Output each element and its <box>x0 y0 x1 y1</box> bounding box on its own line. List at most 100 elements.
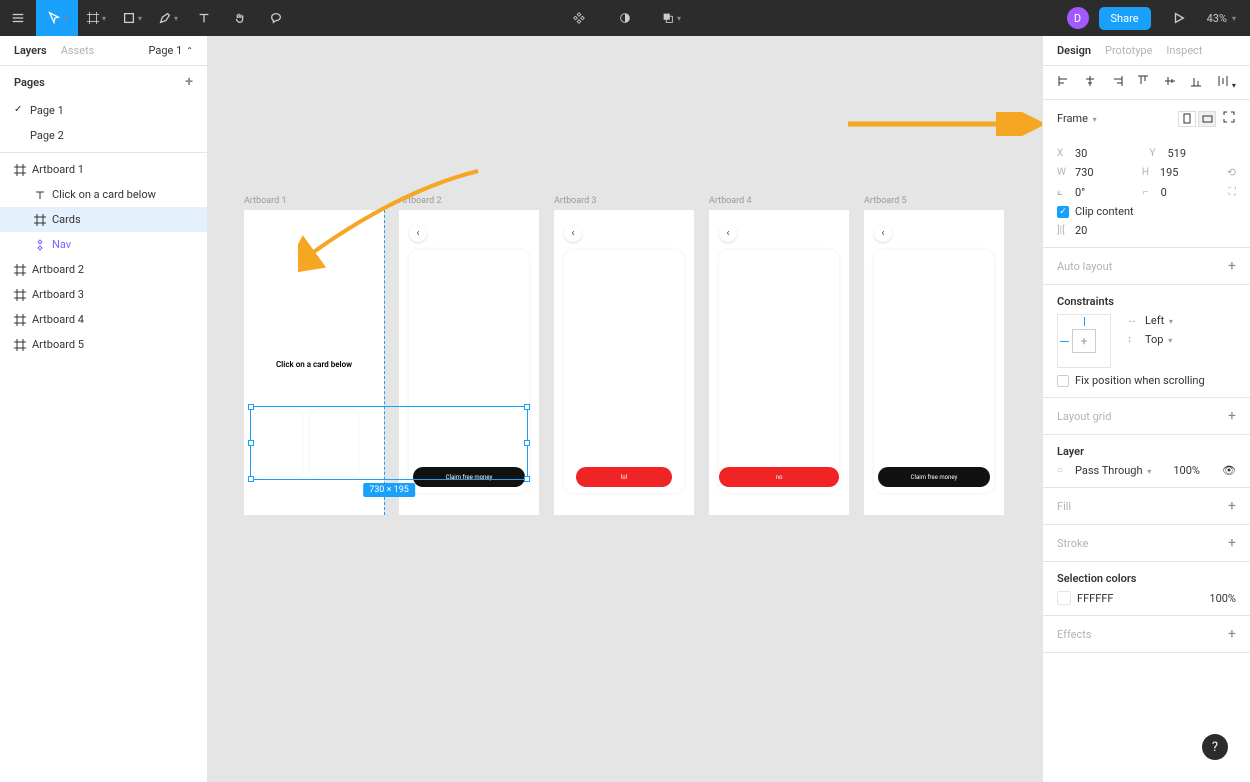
toolbar-center: ▾ <box>561 0 689 36</box>
constraints-section: Constraints + ↔Left ▾ ↕Top ▾ Fix positio… <box>1043 285 1250 398</box>
fix-position-checkbox[interactable] <box>1057 375 1069 387</box>
layer-artboard-1[interactable]: Artboard 1 <box>0 157 207 182</box>
pen-tool[interactable]: ▾ <box>150 0 186 36</box>
artboard-label: Artboard 4 <box>709 196 752 206</box>
avatar[interactable]: D <box>1067 7 1089 29</box>
artboard-label: Artboard 1 <box>244 196 287 206</box>
constraint-v-select[interactable]: Top ▾ <box>1145 333 1172 346</box>
align-right-icon[interactable] <box>1110 74 1124 91</box>
component-icon[interactable] <box>561 0 597 36</box>
boolean-icon[interactable]: ▾ <box>653 0 689 36</box>
artboard-4[interactable]: Artboard 4 ‹ no <box>709 210 849 515</box>
resize-handle[interactable] <box>524 404 530 410</box>
dimensions-label: 730 × 195 <box>363 483 415 497</box>
y-input[interactable]: 519 <box>1168 147 1237 160</box>
resize-to-fit-icon[interactable] <box>1222 110 1236 127</box>
resize-handle[interactable] <box>248 440 254 446</box>
frame-tool[interactable]: ▾ <box>78 0 114 36</box>
back-chevron-icon: ‹ <box>409 224 427 242</box>
layer-artboard-4[interactable]: Artboard 4 <box>0 307 207 332</box>
artboard-5[interactable]: Artboard 5 ‹ Claim free money <box>864 210 1004 515</box>
left-panel: Layers Assets Page 1 ⌃ Pages + Page 1 Pa… <box>0 36 208 782</box>
radius-input[interactable]: 0 <box>1161 186 1223 199</box>
page-selector[interactable]: Page 1 ⌃ <box>149 44 194 57</box>
layer-cards[interactable]: Cards <box>0 207 207 232</box>
auto-layout-section: Auto layout+ <box>1043 248 1250 285</box>
click-text: Click on a card below <box>244 360 384 369</box>
text-tool[interactable] <box>186 0 222 36</box>
effects-section: Effects+ <box>1043 616 1250 653</box>
align-row: ▾ <box>1043 66 1250 100</box>
page-item-1[interactable]: Page 1 <box>0 98 207 123</box>
menu-button[interactable] <box>0 0 36 36</box>
clip-content-checkbox[interactable]: ✓ <box>1057 206 1069 218</box>
frame-type[interactable]: Frame ▾ <box>1057 112 1097 125</box>
spacing-input[interactable]: 20 <box>1075 224 1236 237</box>
constraint-h-select[interactable]: Left ▾ <box>1145 314 1173 327</box>
dimensions-section: X30 Y519 W730 H195 ⟲ ⟀0° ⌐0 ⛶ ✓ Clip con… <box>1043 137 1250 248</box>
shape-tool[interactable]: ▾ <box>114 0 150 36</box>
add-effect-button[interactable]: + <box>1228 626 1236 642</box>
layer-artboard-3[interactable]: Artboard 3 <box>0 282 207 307</box>
present-button[interactable] <box>1161 0 1197 36</box>
distribute-icon[interactable]: ▾ <box>1216 74 1236 91</box>
add-stroke-button[interactable]: + <box>1228 535 1236 551</box>
align-top-icon[interactable] <box>1136 74 1150 91</box>
layer-artboard-2[interactable]: Artboard 2 <box>0 257 207 282</box>
move-tool[interactable]: ▾ <box>36 0 78 36</box>
x-input[interactable]: 30 <box>1075 147 1144 160</box>
tab-design[interactable]: Design <box>1057 44 1091 57</box>
artboard-3[interactable]: Artboard 3 ‹ lol <box>554 210 694 515</box>
resize-handle[interactable] <box>248 476 254 482</box>
tab-inspect[interactable]: Inspect <box>1166 44 1202 57</box>
layer-nav[interactable]: Nav <box>0 232 207 257</box>
add-page-button[interactable]: + <box>185 74 193 90</box>
back-chevron-icon: ‹ <box>564 224 582 242</box>
page-item-2[interactable]: Page 2 <box>0 123 207 148</box>
color-opacity[interactable]: 100% <box>1209 592 1236 605</box>
h-input[interactable]: 195 <box>1160 166 1221 179</box>
mask-icon[interactable] <box>607 0 643 36</box>
align-hcenter-icon[interactable] <box>1083 74 1097 91</box>
stroke-section: Stroke+ <box>1043 525 1250 562</box>
lol-button: lol <box>576 467 672 487</box>
pages-header: Pages + <box>0 66 207 98</box>
tab-prototype[interactable]: Prototype <box>1105 44 1152 57</box>
color-hex[interactable]: FFFFFF <box>1077 592 1113 605</box>
opacity-input[interactable]: 100% <box>1173 464 1200 477</box>
layer-click-text[interactable]: Click on a card below <box>0 182 207 207</box>
share-button[interactable]: Share <box>1099 7 1151 30</box>
resize-handle[interactable] <box>248 404 254 410</box>
corner-radius-icon[interactable]: ⛶ <box>1228 185 1236 199</box>
visibility-icon[interactable]: 👁 <box>1222 464 1236 477</box>
canvas[interactable]: Artboard 1 Click on a card below Artboar… <box>208 36 1042 782</box>
landscape-button[interactable] <box>1198 111 1216 127</box>
add-autolayout-button[interactable]: + <box>1228 258 1236 274</box>
fill-section: Fill+ <box>1043 488 1250 525</box>
hand-tool[interactable] <box>222 0 258 36</box>
tab-assets[interactable]: Assets <box>61 44 95 57</box>
layer-artboard-5[interactable]: Artboard 5 <box>0 332 207 357</box>
blend-mode-select[interactable]: Pass Through ▾ <box>1075 464 1151 477</box>
align-vcenter-icon[interactable] <box>1163 74 1177 91</box>
frame-icon <box>14 314 26 326</box>
align-left-icon[interactable] <box>1057 74 1071 91</box>
selection-box[interactable]: 730 × 195 <box>250 406 528 480</box>
portrait-button[interactable] <box>1178 111 1196 127</box>
w-input[interactable]: 730 <box>1075 166 1136 179</box>
resize-handle[interactable] <box>524 440 530 446</box>
resize-handle[interactable] <box>524 476 530 482</box>
constraint-widget[interactable]: + <box>1057 314 1111 368</box>
align-bottom-icon[interactable] <box>1189 74 1203 91</box>
zoom-level[interactable]: 43%▾ <box>1207 12 1236 25</box>
add-fill-button[interactable]: + <box>1228 498 1236 514</box>
add-grid-button[interactable]: + <box>1228 408 1236 424</box>
back-chevron-icon: ‹ <box>719 224 737 242</box>
color-swatch[interactable] <box>1057 591 1071 605</box>
rotation-input[interactable]: 0° <box>1075 186 1137 199</box>
help-button[interactable]: ? <box>1202 734 1228 760</box>
fix-position-label: Fix position when scrolling <box>1075 374 1205 387</box>
tab-layers[interactable]: Layers <box>14 44 47 57</box>
lock-aspect-icon[interactable]: ⟲ <box>1227 166 1236 179</box>
comment-tool[interactable] <box>258 0 294 36</box>
